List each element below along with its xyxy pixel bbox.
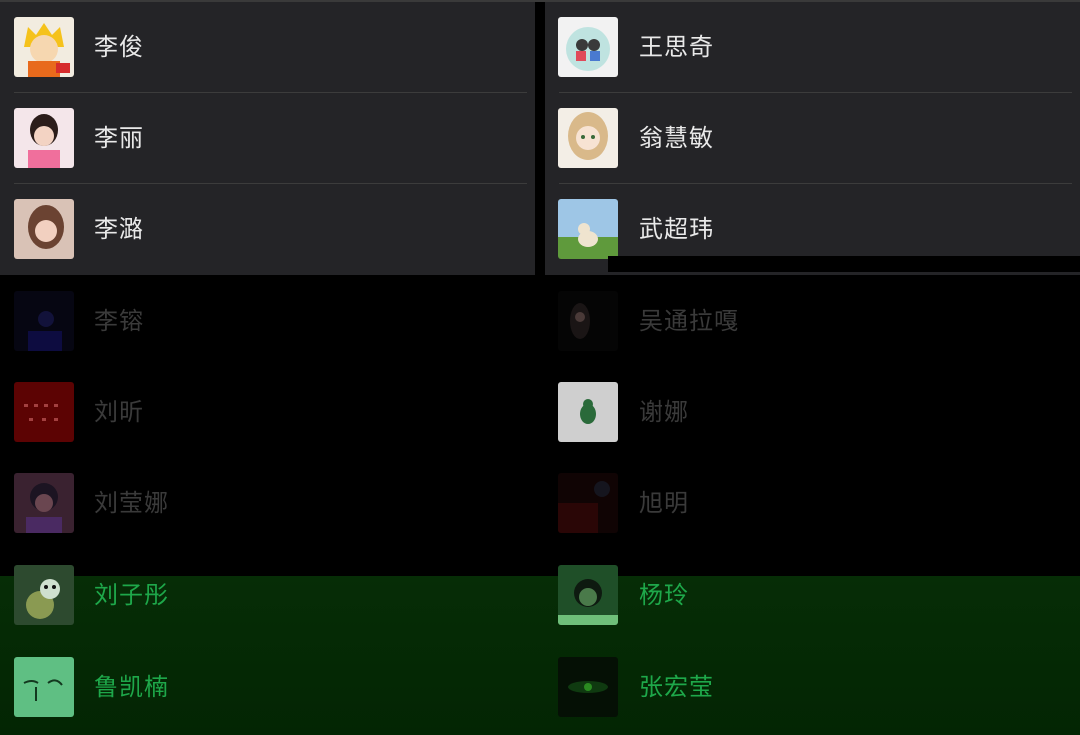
anime-girl-avatar: [558, 108, 618, 168]
dark-red-photo-avatar: [558, 473, 618, 533]
contact-row[interactable]: 谢娜: [545, 367, 1080, 458]
contact-row[interactable]: 鲁凯楠: [0, 642, 535, 733]
contact-name: 李丽: [94, 124, 144, 152]
red-pattern-avatar: [14, 382, 74, 442]
contact-name: 杨玲: [639, 581, 689, 609]
contact-name: 吴通拉嘎: [639, 307, 739, 335]
contact-name: 李镕: [94, 307, 144, 335]
contact-row[interactable]: 李俊: [0, 2, 535, 93]
contact-row[interactable]: 李丽: [0, 93, 535, 184]
contact-row[interactable]: 翁慧敏: [545, 93, 1080, 184]
contact-row[interactable]: 刘昕: [0, 367, 535, 458]
anime-character-avatar: [14, 473, 74, 533]
contact-name: 刘子彤: [94, 581, 169, 609]
dark-blue-photo-avatar: [14, 291, 74, 351]
contact-row[interactable]: 李潞: [0, 184, 535, 275]
cartoon-boy-avatar: [14, 17, 74, 77]
couple-cartoon-avatar: [558, 17, 618, 77]
contact-row[interactable]: 吴通拉嘎: [545, 276, 1080, 367]
contact-row[interactable]: 王思奇: [545, 2, 1080, 93]
green-sketch-avatar: [14, 657, 74, 717]
contact-row[interactable]: 刘子彤: [0, 550, 535, 641]
contact-row[interactable]: 刘莹娜: [0, 458, 535, 549]
contact-row[interactable]: 旭明: [545, 458, 1080, 549]
girl-photo-avatar: [14, 108, 74, 168]
contact-row[interactable]: 张宏莹: [545, 642, 1080, 733]
green-cartoon-avatar: [558, 382, 618, 442]
dog-on-grass-avatar: [558, 199, 618, 259]
green-photo-avatar: [558, 565, 618, 625]
dark-landscape-avatar: [558, 657, 618, 717]
contact-column-left: 李俊 李丽 李潞 李镕 刘昕 刘莹娜 刘子彤 鲁凯楠: [0, 0, 540, 735]
woman-photo-avatar: [14, 199, 74, 259]
contact-name: 李潞: [94, 215, 144, 243]
contact-name: 王思奇: [639, 33, 714, 61]
contact-name: 旭明: [639, 489, 689, 517]
contact-row[interactable]: 杨玲: [545, 550, 1080, 641]
contact-name: 李俊: [94, 33, 144, 61]
overlay-band: [608, 256, 1080, 272]
dark-portrait-avatar: [558, 291, 618, 351]
contact-name: 鲁凯楠: [94, 673, 169, 701]
contact-row[interactable]: 李镕: [0, 276, 535, 367]
panda-bear-avatar: [14, 565, 74, 625]
contact-name: 谢娜: [639, 398, 689, 426]
contact-name: 张宏莹: [639, 673, 714, 701]
contact-name: 翁慧敏: [639, 124, 714, 152]
contact-column-right: 王思奇 翁慧敏 武超玮 吴通拉嘎 谢娜 旭明 杨玲 张宏莹: [545, 0, 1080, 735]
contact-name: 刘昕: [94, 398, 144, 426]
contact-list-screen: 李俊 李丽 李潞 李镕 刘昕 刘莹娜 刘子彤 鲁凯楠 王思奇 翁慧敏 武超玮 吴…: [0, 0, 1080, 735]
contact-name: 刘莹娜: [94, 489, 169, 517]
